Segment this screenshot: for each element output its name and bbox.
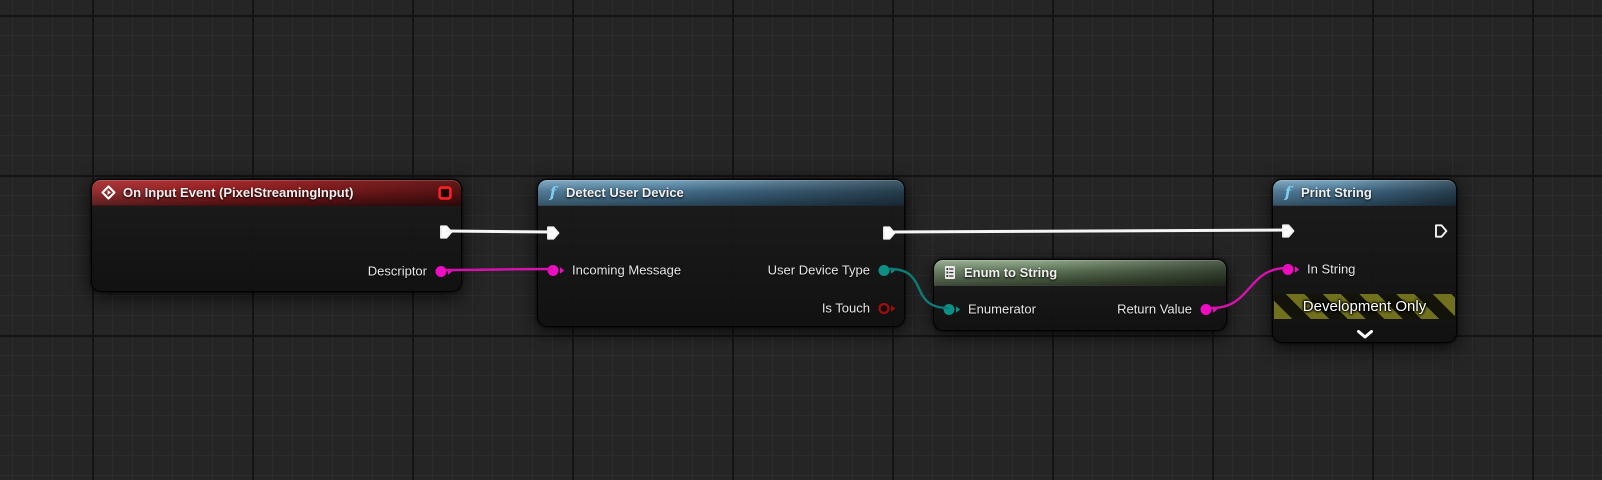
node-header-enum-to-string[interactable]: Enum to String <box>934 260 1226 286</box>
node-title: Enum to String <box>964 265 1058 280</box>
chevron-down-icon[interactable] <box>1273 330 1456 339</box>
data-pin-icon <box>547 264 565 276</box>
data-pin-icon <box>1200 303 1218 315</box>
event-diamond-icon <box>101 185 116 200</box>
pin-return-value[interactable]: Return Value <box>1117 302 1218 317</box>
data-pin-icon <box>435 265 453 277</box>
data-pin-icon <box>943 303 961 315</box>
pin-in-string[interactable]: In String <box>1281 262 1355 277</box>
node-header-print-string[interactable]: f Print String <box>1273 180 1456 206</box>
pin-descriptor[interactable]: Descriptor <box>368 264 453 279</box>
pin-exec-out[interactable] <box>432 225 453 240</box>
function-icon: f <box>1282 184 1294 201</box>
node-header-on-input-event[interactable]: On Input Event (PixelStreamingInput) <box>92 180 461 206</box>
enum-list-icon <box>943 265 957 280</box>
pin-user-device-type[interactable]: User Device Type <box>768 263 896 278</box>
node-on-input-event[interactable]: On Input Event (PixelStreamingInput) Desc… <box>91 179 462 292</box>
input-event-box-icon <box>438 185 452 200</box>
exec-pin-icon <box>440 225 453 239</box>
pin-enumerator[interactable]: Enumerator <box>942 302 1036 317</box>
pin-exec-in[interactable] <box>546 226 567 241</box>
data-pin-icon <box>1282 263 1300 275</box>
data-pin-icon <box>878 302 896 314</box>
node-header-detect-user-device[interactable]: f Detect User Device <box>538 180 904 206</box>
development-only-banner: Development Only <box>1274 294 1455 319</box>
node-title: Detect User Device <box>566 185 684 200</box>
data-pin-icon <box>878 264 896 276</box>
pin-incoming-message[interactable]: Incoming Message <box>546 263 681 278</box>
node-enum-to-string[interactable]: Enum to String Enumerator Return Value <box>933 259 1227 331</box>
svg-text:f: f <box>1284 184 1294 201</box>
svg-text:f: f <box>549 184 559 201</box>
blueprint-graph-canvas[interactable]: On Input Event (PixelStreamingInput) Desc… <box>0 0 1602 480</box>
exec-pin-icon <box>547 226 560 240</box>
exec-pin-icon <box>1435 224 1448 238</box>
node-detect-user-device[interactable]: f Detect User Device Incoming Message User … <box>537 179 905 327</box>
pin-exec-out[interactable] <box>875 226 896 241</box>
pin-exec-in[interactable] <box>1281 224 1302 239</box>
exec-pin-icon <box>883 226 896 240</box>
function-icon: f <box>547 184 559 201</box>
pin-is-touch[interactable]: Is Touch <box>822 301 896 316</box>
node-title: Print String <box>1301 185 1372 200</box>
exec-pin-icon <box>1282 224 1295 238</box>
pin-exec-out[interactable] <box>1427 224 1448 239</box>
node-title: On Input Event (PixelStreamingInput) <box>123 185 354 200</box>
wire-exec-2[interactable] <box>888 228 1289 234</box>
node-print-string[interactable]: f Print String In String Development Only <box>1272 179 1457 343</box>
